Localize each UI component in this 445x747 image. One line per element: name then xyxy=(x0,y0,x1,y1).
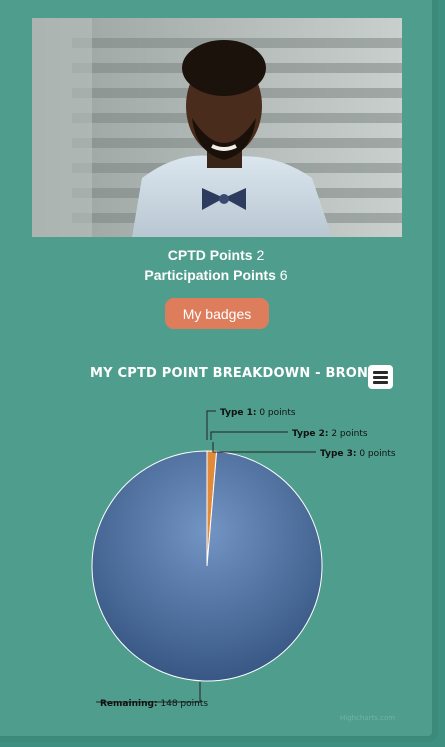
pie-chart: Type 1: 0 points Type 2: 2 points Type 3: … xyxy=(91,408,396,722)
data-label-type-2: Type 2: 2 points xyxy=(292,429,368,439)
connector-type-2 xyxy=(210,431,288,440)
data-label-type-1: Type 1: 0 points xyxy=(220,408,296,418)
pie-slice-remaining[interactable] xyxy=(91,450,323,682)
chart-credit[interactable]: Highcharts.com xyxy=(340,714,395,722)
data-label-type-3: Type 3: 0 points xyxy=(320,449,396,459)
profile-card: CPTD Points 2 Participation Points 6 My … xyxy=(0,0,438,742)
data-label-remaining: Remaining: 148 points xyxy=(100,699,208,709)
connector-type-3 xyxy=(212,442,316,453)
